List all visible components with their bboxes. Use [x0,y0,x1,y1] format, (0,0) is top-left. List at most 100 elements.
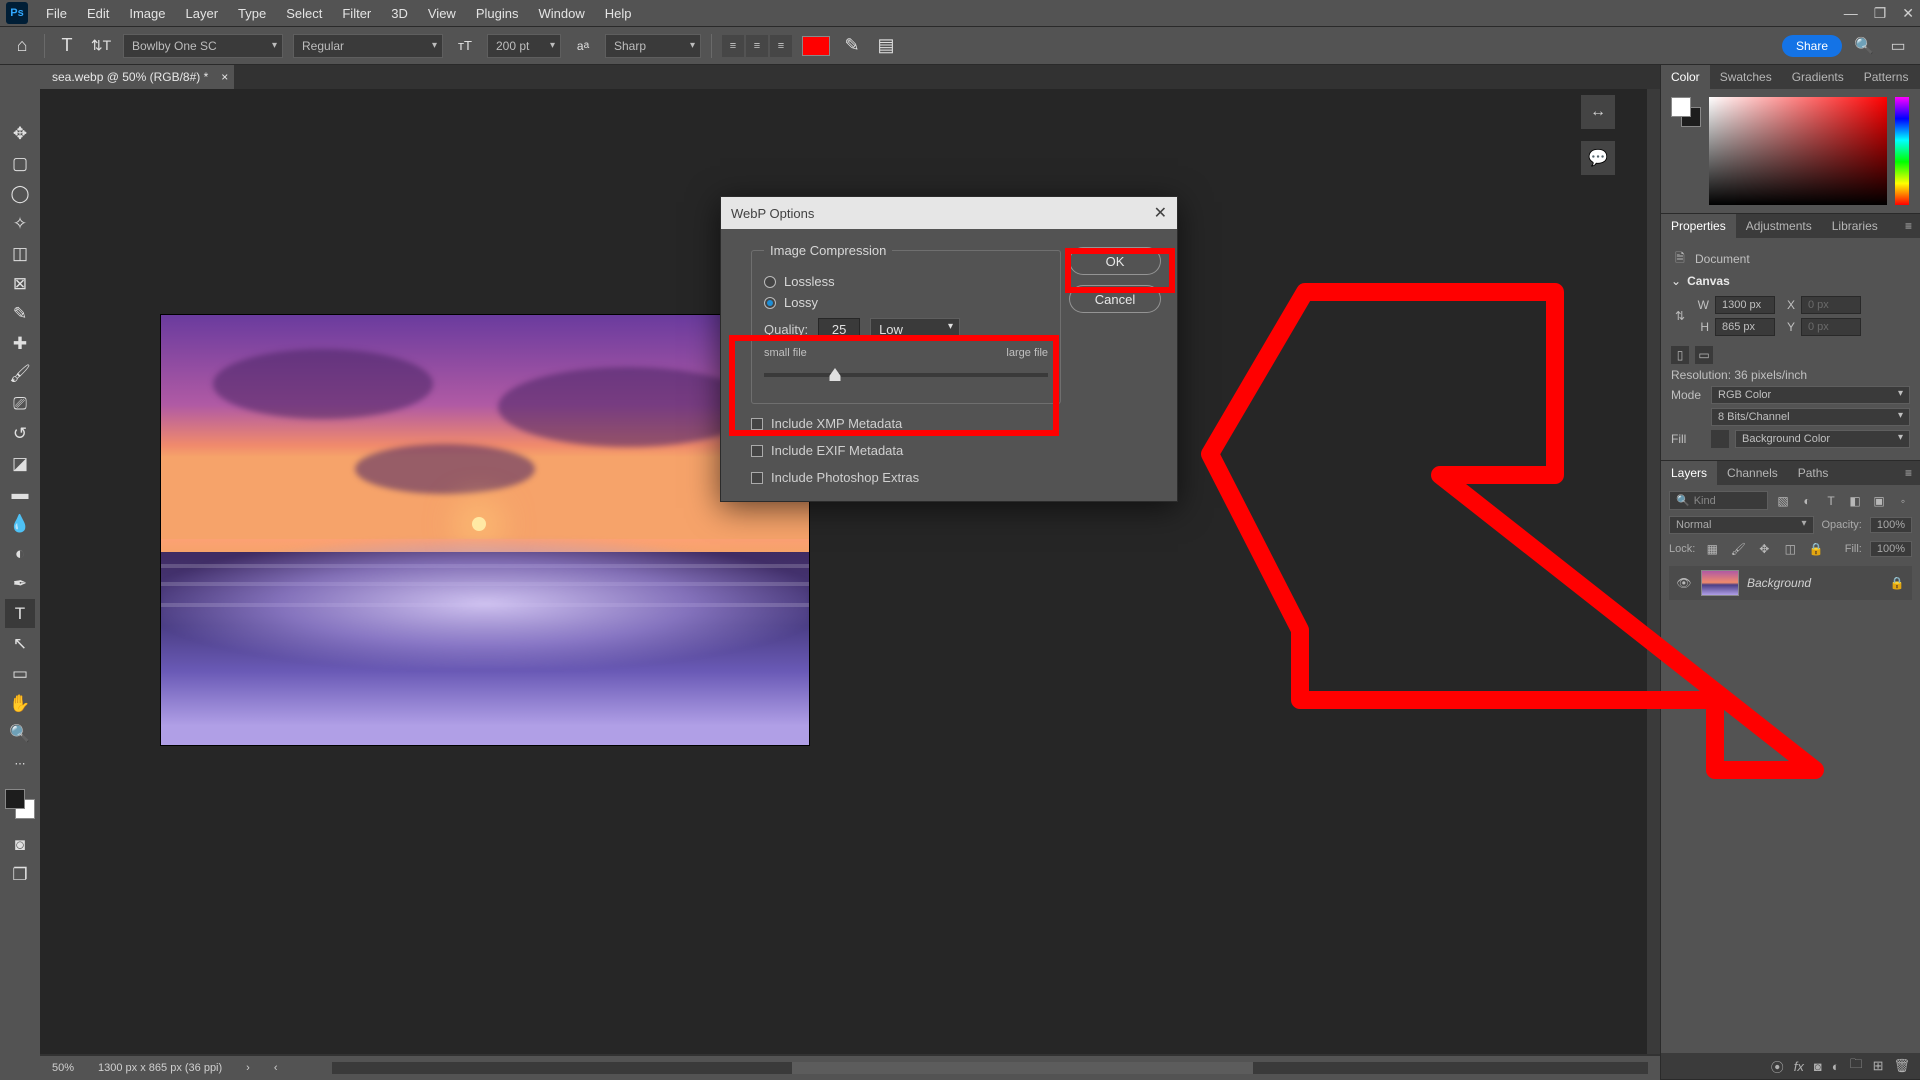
warp-text-icon[interactable]: ✎ [840,34,864,58]
align-right-icon[interactable]: ≡ [770,35,792,57]
rectangle-tool-icon[interactable]: ▭ [5,659,35,688]
menu-image[interactable]: Image [119,0,175,27]
chevron-down-icon[interactable]: ⌄ [1671,274,1681,288]
tab-patterns[interactable]: Patterns [1854,65,1919,89]
zoom-tool-icon[interactable]: 🔍 [5,719,35,748]
panel-menu-icon[interactable]: ≡ [1897,214,1920,238]
orientation-landscape-icon[interactable]: ▭ [1695,346,1713,364]
comments-panel-icon[interactable]: 💬 [1581,141,1615,175]
layer-filter-input[interactable]: 🔍 Kind [1669,491,1768,510]
menu-type[interactable]: Type [228,0,276,27]
lock-all-icon[interactable]: 🔒 [1807,540,1825,558]
width-value[interactable]: 1300 px [1715,296,1775,314]
tab-channels[interactable]: Channels [1717,461,1788,485]
quality-preset-select[interactable]: Low [870,318,960,341]
fill-select[interactable]: Background Color [1735,430,1910,448]
screen-mode-icon[interactable]: ❐ [5,860,35,889]
hand-tool-icon[interactable]: ✋ [5,689,35,718]
vertical-scrollbar[interactable] [1647,89,1660,1054]
layer-row[interactable]: 👁 Background 🔒 [1669,566,1912,600]
fill-swatch[interactable] [1711,430,1729,448]
tab-libraries[interactable]: Libraries [1822,214,1888,238]
x-value[interactable]: 0 px [1801,296,1861,314]
bits-select[interactable]: 8 Bits/Channel [1711,408,1910,426]
lock-artboard-icon[interactable]: ◫ [1781,540,1799,558]
delete-layer-icon[interactable]: 🗑 [1893,1058,1910,1074]
lasso-tool-icon[interactable]: ◯ [5,179,35,208]
gradient-tool-icon[interactable]: ▬ [5,479,35,508]
document-tab[interactable]: sea.webp @ 50% (RGB/8#) * × [40,65,234,89]
menu-help[interactable]: Help [595,0,642,27]
text-color-swatch[interactable] [802,36,830,56]
menu-select[interactable]: Select [276,0,332,27]
checkbox-exif[interactable] [751,445,763,457]
move-tool-icon[interactable]: ✥ [5,119,35,148]
pen-tool-icon[interactable]: ✒ [5,569,35,598]
checkbox-extras[interactable] [751,472,763,484]
layer-name[interactable]: Background [1747,576,1811,590]
xmp-checkbox-row[interactable]: Include XMP Metadata [751,416,1161,431]
lossy-radio-row[interactable]: Lossy [764,295,1048,310]
menu-plugins[interactable]: Plugins [466,0,529,27]
opacity-value[interactable]: 100% [1870,517,1912,533]
healing-brush-tool-icon[interactable]: ✚ [5,329,35,358]
tab-swatches[interactable]: Swatches [1710,65,1782,89]
menu-layer[interactable]: Layer [176,0,229,27]
crop-tool-icon[interactable]: ◫ [5,239,35,268]
fg-mini-swatch[interactable] [1671,97,1691,117]
layer-fill-value[interactable]: 100% [1870,541,1912,557]
fg-color-swatch[interactable] [5,789,25,809]
tab-adjustments[interactable]: Adjustments [1736,214,1822,238]
layer-thumbnail[interactable] [1701,570,1739,596]
menu-3d[interactable]: 3D [381,0,418,27]
lock-transparent-icon[interactable]: ▦ [1703,540,1721,558]
checkbox-xmp[interactable] [751,418,763,430]
menu-edit[interactable]: Edit [77,0,119,27]
align-center-icon[interactable]: ≡ [746,35,768,57]
align-left-icon[interactable]: ≡ [722,35,744,57]
font-family-select[interactable]: Bowlby One SC [123,34,283,58]
new-layer-icon[interactable]: ⊞ [1873,1058,1884,1074]
menu-window[interactable]: Window [528,0,594,27]
lock-position-icon[interactable]: ✥ [1755,540,1773,558]
blur-tool-icon[interactable]: 💧 [5,509,35,538]
clone-stamp-tool-icon[interactable]: ⎚ [5,389,35,418]
search-icon[interactable]: 🔍 [1852,34,1876,58]
tab-paths[interactable]: Paths [1788,461,1839,485]
filter-toggle-icon[interactable]: ◦ [1894,492,1912,510]
workspace-icon[interactable]: ▭ [1886,34,1910,58]
hue-strip[interactable] [1895,97,1909,205]
menu-view[interactable]: View [418,0,466,27]
home-icon[interactable]: ⌂ [10,34,34,58]
marquee-tool-icon[interactable]: ▢ [5,149,35,178]
type-tool-icon[interactable]: T [5,599,35,628]
radio-lossy[interactable] [764,297,776,309]
document-info[interactable]: 1300 px x 865 px (36 ppi) [98,1062,222,1074]
filter-pixel-icon[interactable]: ▧ [1774,492,1792,510]
adjustment-layer-icon[interactable]: ◐ [1832,1059,1840,1074]
font-size-select[interactable]: 200 pt [487,34,561,58]
quick-mask-icon[interactable]: ◙ [5,830,35,859]
tab-properties[interactable]: Properties [1661,214,1736,238]
edit-toolbar-icon[interactable]: ⋯ [5,749,35,778]
maximize-icon[interactable]: ❐ [1874,5,1887,22]
filter-type-icon[interactable]: T [1822,492,1840,510]
link-icon[interactable]: ⇅ [1671,307,1689,325]
quality-input[interactable]: 25 [818,318,860,341]
close-icon[interactable]: ✕ [1154,203,1167,223]
lossless-radio-row[interactable]: Lossless [764,274,1048,289]
panel-menu-icon[interactable]: ≡ [1897,461,1920,485]
chevron-right-icon[interactable]: › [246,1062,250,1074]
menu-filter[interactable]: Filter [332,0,381,27]
chevron-left-icon[interactable]: ‹ [274,1062,278,1074]
link-layers-icon[interactable]: ⦿ [1771,1057,1784,1076]
font-style-select[interactable]: Regular [293,34,443,58]
lock-pixels-icon[interactable]: 🖌 [1729,540,1747,558]
history-panel-icon[interactable]: ↔ [1581,95,1615,129]
eyedropper-tool-icon[interactable]: ✎ [5,299,35,328]
quality-slider[interactable] [764,373,1048,377]
horizontal-scrollbar[interactable] [332,1062,1648,1074]
eraser-tool-icon[interactable]: ◪ [5,449,35,478]
layer-fx-icon[interactable]: fx [1794,1059,1804,1074]
close-tab-icon[interactable]: × [221,65,228,89]
